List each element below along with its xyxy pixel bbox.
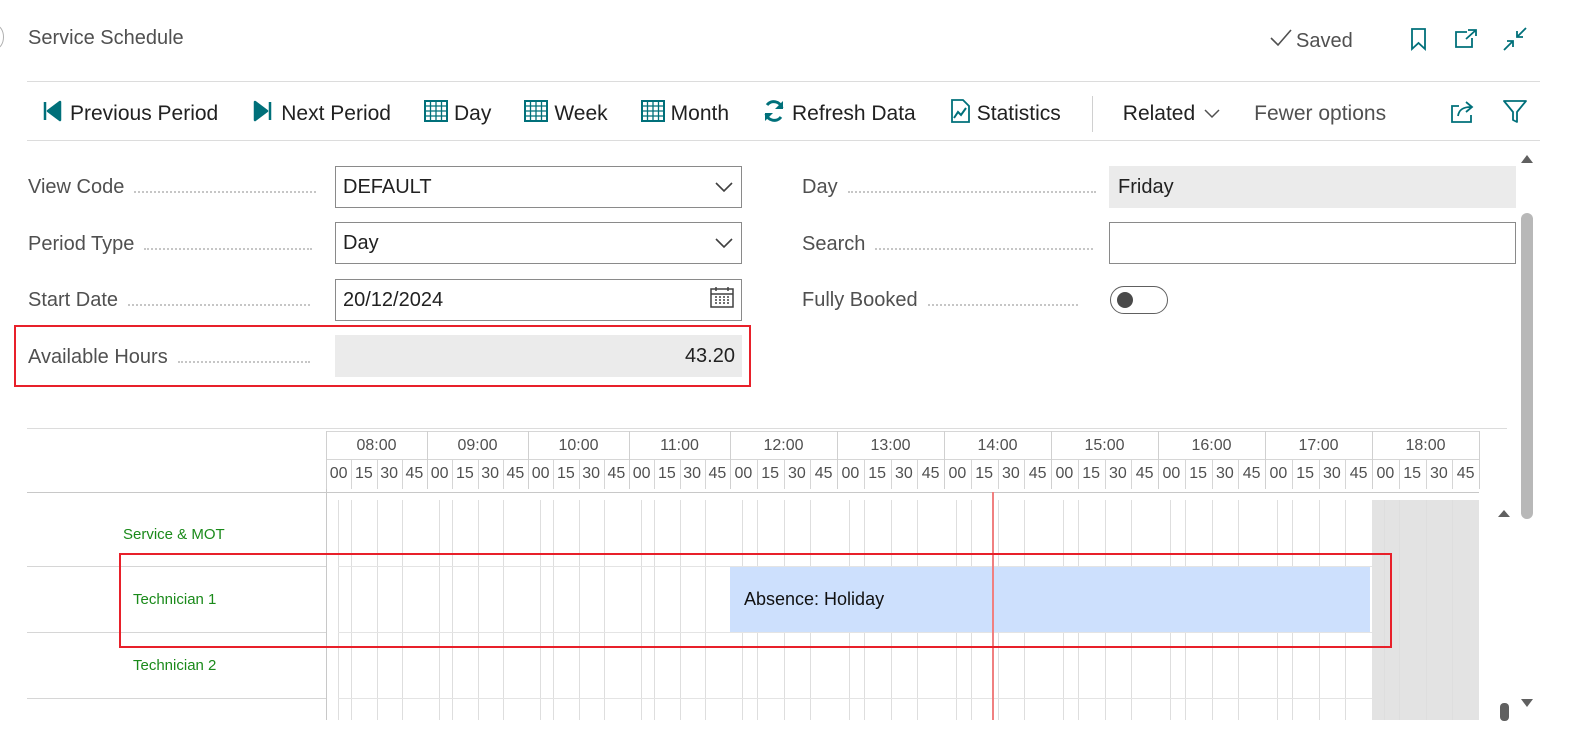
resource-name[interactable]: Service & MOT: [123, 526, 225, 543]
refresh-data-button[interactable]: Refresh Data: [762, 99, 916, 129]
available-hours-label: Available Hours: [28, 346, 310, 369]
view-code-value: DEFAULT: [343, 175, 432, 198]
toggle-knob: [1117, 292, 1133, 308]
saved-status: Saved: [1268, 27, 1353, 55]
chevron-down-icon: [714, 232, 734, 255]
schedule-scrollbar-thumb[interactable]: [1500, 703, 1509, 721]
header-divider: [27, 81, 1540, 82]
refresh-data-label: Refresh Data: [792, 102, 916, 125]
toolbar-separator: [1091, 96, 1093, 132]
calendar-grid-icon: [640, 100, 665, 128]
next-period-icon: [251, 100, 275, 128]
available-hours-value: 43.20: [335, 335, 742, 377]
day-button[interactable]: Day: [423, 100, 492, 128]
resource-row-divider: [27, 698, 326, 699]
left-edge-arc: [0, 25, 4, 49]
resource-name[interactable]: Technician 2: [133, 657, 216, 674]
statistics-button[interactable]: Statistics: [949, 99, 1061, 129]
period-type-value: Day: [343, 231, 379, 254]
filter-icon[interactable]: [1501, 98, 1529, 126]
start-date-input[interactable]: 20/12/2024: [335, 279, 742, 321]
fully-booked-label: Fully Booked: [802, 289, 1078, 312]
statistics-icon: [949, 99, 971, 129]
week-button[interactable]: Week: [524, 100, 608, 128]
start-date-label: Start Date: [28, 289, 311, 312]
day-label: Day: [802, 176, 1096, 199]
chevron-down-icon: [714, 176, 734, 199]
calendar-icon[interactable]: [710, 286, 734, 314]
fully-booked-toggle[interactable]: [1110, 286, 1168, 314]
page-scrollbar-thumb[interactable]: [1521, 213, 1533, 519]
next-period-button[interactable]: Next Period: [251, 100, 391, 128]
statistics-label: Statistics: [976, 102, 1061, 125]
previous-period-icon: [40, 100, 64, 128]
month-button[interactable]: Month: [640, 100, 730, 128]
start-date-value: 20/12/2024: [343, 288, 444, 311]
day-label: Day: [453, 102, 492, 125]
share-icon[interactable]: [1449, 98, 1477, 126]
period-type-select[interactable]: Day: [335, 222, 742, 264]
related-menu[interactable]: Related: [1123, 102, 1221, 126]
view-code-select[interactable]: DEFAULT: [335, 166, 742, 208]
technician-1-highlight: [119, 553, 1392, 648]
bookmark-icon[interactable]: [1406, 26, 1432, 52]
scroll-up-arrow-icon[interactable]: [1519, 151, 1535, 169]
saved-label: Saved: [1296, 29, 1353, 52]
calendar-grid-icon: [423, 100, 448, 128]
action-bar: Previous Period Next Period Day Week Mon…: [40, 96, 1419, 132]
fewer-options-button[interactable]: Fewer options: [1254, 102, 1386, 126]
calendar-grid-icon: [524, 100, 549, 128]
search-label: Search: [802, 233, 1094, 256]
toolbar-divider: [27, 140, 1540, 141]
next-period-label: Next Period: [281, 102, 391, 125]
previous-period-button[interactable]: Previous Period: [40, 100, 218, 128]
chevron-down-icon: [1203, 102, 1221, 126]
timeline-row-divider: [338, 698, 1372, 699]
period-type-label: Period Type: [28, 233, 313, 256]
check-icon: [1268, 27, 1294, 55]
search-input[interactable]: [1109, 222, 1516, 264]
refresh-icon: [762, 99, 786, 129]
week-label: Week: [554, 102, 608, 125]
open-new-window-icon[interactable]: [1453, 26, 1479, 52]
collapse-icon[interactable]: [1502, 26, 1528, 52]
scroll-down-arrow-icon[interactable]: [1519, 697, 1535, 715]
view-code-label: View Code: [28, 176, 317, 199]
schedule-scroll-up-icon[interactable]: [1497, 505, 1511, 523]
previous-period-label: Previous Period: [70, 102, 219, 125]
month-label: Month: [670, 102, 730, 125]
page-title: Service Schedule: [28, 27, 184, 49]
day-value: Friday: [1109, 166, 1516, 208]
related-label: Related: [1122, 102, 1196, 125]
